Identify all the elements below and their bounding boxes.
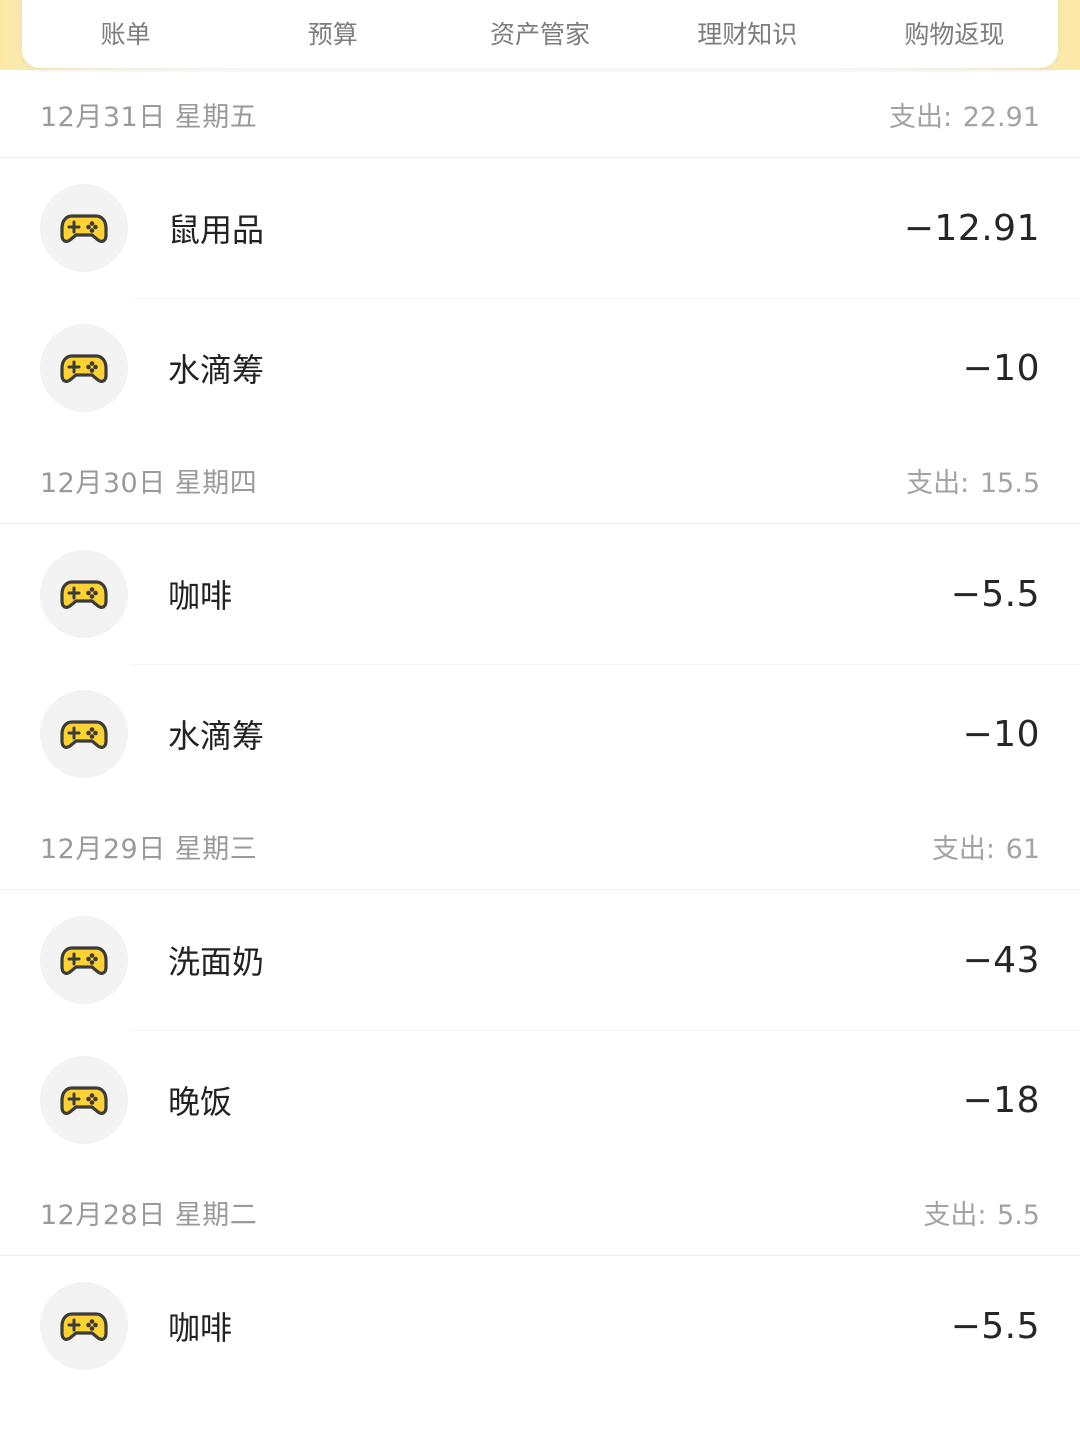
bill-list: 12月31日 星期五 支出: 22.91 鼠用品 −12.91 水滴筹 −10 … [0, 72, 1080, 1396]
day-header: 12月30日 星期四 支出: 15.5 [0, 438, 1080, 524]
bill-entry[interactable]: 水滴筹 −10 [0, 298, 1080, 438]
day-date: 12月31日 星期五 [40, 102, 258, 133]
entry-amount: −12.91 [903, 207, 1040, 249]
entry-name: 洗面奶 [168, 943, 265, 981]
entry-name: 咖啡 [168, 577, 233, 615]
day-total-value: 5.5 [997, 1200, 1040, 1231]
day-total-label: 支出: [889, 102, 953, 133]
day-total: 支出: 61 [932, 827, 1040, 866]
day-total: 支出: 22.91 [889, 95, 1040, 134]
gamepad-icon [40, 916, 128, 1004]
day-group: 12月28日 星期二 支出: 5.5 咖啡 −5.5 [0, 1170, 1080, 1396]
bill-list-screen: 账单 预算 资产管家 理财知识 购物返现 12月31日 星期五 支出: 22.9… [0, 0, 1080, 1439]
entry-amount: −18 [962, 1079, 1040, 1121]
day-total-label: 支出: [906, 468, 970, 499]
tab-shopping-cashback[interactable]: 购物返现 [851, 7, 1058, 51]
gamepad-icon [40, 324, 128, 412]
bill-entry[interactable]: 水滴筹 −10 [0, 664, 1080, 804]
bill-entry[interactable]: 晚饭 −18 [0, 1030, 1080, 1170]
entry-amount: −5.5 [950, 573, 1040, 615]
tab-budget[interactable]: 预算 [229, 7, 436, 51]
bill-entry[interactable]: 鼠用品 −12.91 [0, 158, 1080, 298]
entry-amount: −5.5 [950, 1305, 1040, 1347]
tab-bill[interactable]: 账单 [22, 7, 229, 51]
entry-name: 咖啡 [168, 1309, 233, 1347]
day-total-label: 支出: [931, 834, 996, 865]
gamepad-icon [40, 550, 128, 638]
day-date: 12月28日 星期二 [40, 1200, 258, 1231]
tab-finance-knowledge[interactable]: 理财知识 [644, 7, 851, 51]
gamepad-icon [40, 184, 128, 272]
top-nav: 账单 预算 资产管家 理财知识 购物返现 [22, 0, 1058, 68]
day-total: 支出: 5.5 [923, 1193, 1040, 1232]
gamepad-icon [40, 690, 128, 778]
day-date: 12月29日 星期三 [40, 834, 258, 865]
day-date: 12月30日 星期四 [40, 468, 258, 499]
entry-name: 水滴筹 [168, 717, 265, 755]
day-group: 12月29日 星期三 支出: 61 洗面奶 −43 晚饭 −18 [0, 804, 1080, 1170]
day-group: 12月31日 星期五 支出: 22.91 鼠用品 −12.91 水滴筹 −10 [0, 72, 1080, 438]
day-total-value: 15.5 [979, 468, 1040, 499]
entry-name: 水滴筹 [168, 351, 265, 389]
entry-amount: −43 [962, 939, 1040, 981]
entry-name: 晚饭 [168, 1083, 233, 1121]
entry-amount: −10 [962, 713, 1040, 755]
day-total-value: 61 [1005, 834, 1040, 865]
gamepad-icon [40, 1282, 128, 1370]
gamepad-icon [40, 1056, 128, 1144]
day-header: 12月31日 星期五 支出: 22.91 [0, 72, 1080, 158]
entry-name: 鼠用品 [168, 211, 265, 249]
bill-entry[interactable]: 洗面奶 −43 [0, 890, 1080, 1030]
tab-asset-manager[interactable]: 资产管家 [436, 7, 643, 51]
day-header: 12月29日 星期三 支出: 61 [0, 804, 1080, 890]
bill-entry[interactable]: 咖啡 −5.5 [0, 524, 1080, 664]
day-total: 支出: 15.5 [906, 461, 1040, 500]
day-group: 12月30日 星期四 支出: 15.5 咖啡 −5.5 水滴筹 −10 [0, 438, 1080, 804]
day-header: 12月28日 星期二 支出: 5.5 [0, 1170, 1080, 1256]
entry-amount: −10 [962, 347, 1040, 389]
bill-entry[interactable]: 咖啡 −5.5 [0, 1256, 1080, 1396]
day-total-value: 22.91 [962, 102, 1040, 133]
day-total-label: 支出: [923, 1200, 987, 1231]
